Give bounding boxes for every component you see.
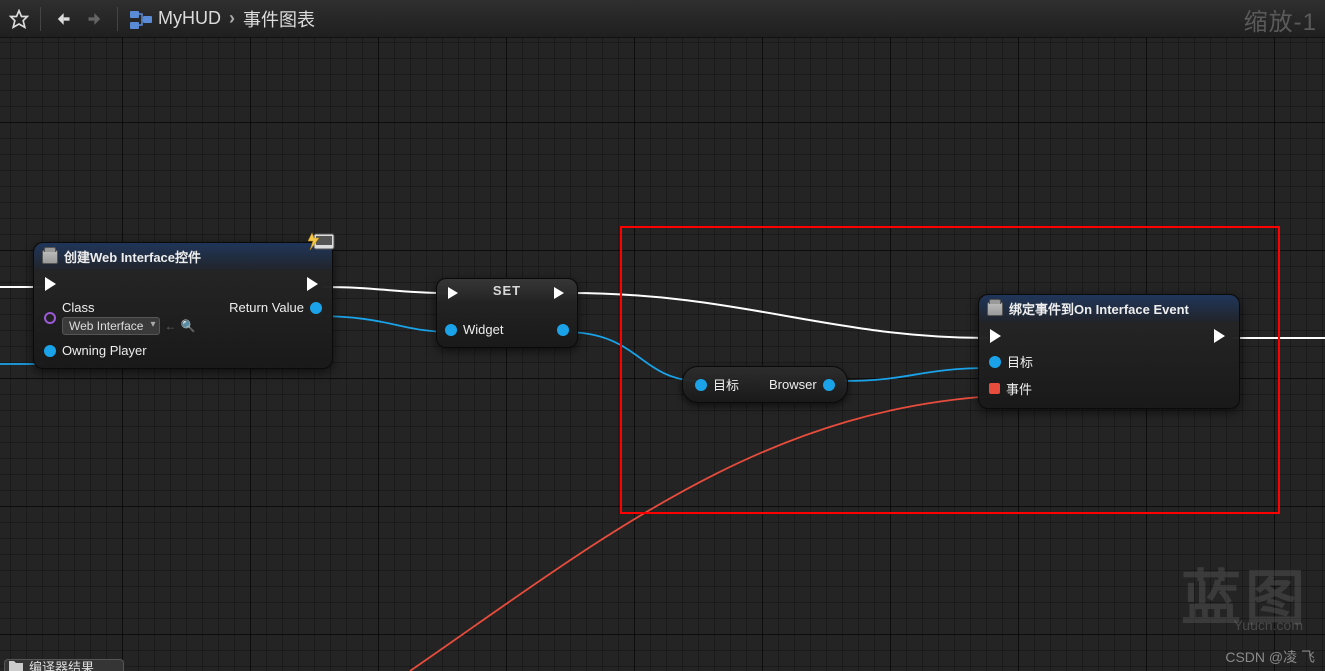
graph-toolbar: MyHUD › 事件图表: [0, 0, 1325, 38]
exec-out-pin[interactable]: [306, 276, 322, 292]
event-delegate-pin[interactable]: 事件: [989, 379, 1032, 398]
return-value-pin[interactable]: Return Value: [229, 300, 322, 315]
breadcrumb: MyHUD › 事件图表: [130, 6, 315, 32]
chevron-right-icon: ›: [229, 8, 235, 29]
browser-output-pin[interactable]: Browser: [769, 377, 835, 392]
pin-label: 事件: [1006, 379, 1032, 398]
node-header: 创建Web Interface控件: [34, 243, 332, 270]
tab-label: 编译器结果: [29, 659, 94, 671]
class-input-pin[interactable]: Class Web Interface ←🔍: [44, 300, 195, 335]
asset-nav-icons[interactable]: ←🔍: [164, 319, 195, 333]
exec-in-pin[interactable]: [447, 286, 461, 300]
pin-label: Widget: [463, 322, 503, 337]
nav-forward-button[interactable]: [81, 4, 111, 34]
breadcrumb-graph[interactable]: 事件图表: [243, 6, 315, 32]
pin-label: 目标: [713, 375, 739, 394]
separator: [117, 7, 118, 31]
breadcrumb-blueprint[interactable]: MyHUD: [158, 8, 221, 29]
pin-label: Class: [62, 300, 195, 315]
blueprint-icon: [130, 11, 150, 27]
target-input-pin[interactable]: 目标: [695, 375, 739, 394]
node-header: 绑定事件到On Interface Event: [979, 295, 1239, 322]
separator: [40, 7, 41, 31]
value-output-pin[interactable]: [557, 324, 569, 336]
pin-label: Owning Player: [62, 343, 147, 358]
exec-in-pin[interactable]: [44, 276, 60, 292]
exec-out-pin[interactable]: [553, 286, 567, 300]
nav-back-button[interactable]: [47, 4, 77, 34]
node-title: 创建Web Interface控件: [64, 247, 201, 266]
class-dropdown[interactable]: Web Interface: [62, 317, 160, 335]
widget-input-pin[interactable]: Widget: [445, 322, 503, 337]
favorite-button[interactable]: [4, 4, 34, 34]
node-bind-event[interactable]: 绑定事件到On Interface Event 目标 事件: [978, 294, 1240, 409]
node-set-variable[interactable]: SET Widget: [436, 278, 578, 348]
pin-label: Browser: [769, 377, 817, 392]
fast-path-icon: [308, 230, 336, 252]
compiler-results-tab[interactable]: 编译器结果: [4, 659, 124, 671]
widget-icon: [987, 302, 1003, 316]
node-get-browser[interactable]: 目标 Browser: [682, 366, 848, 403]
watermark-url: Yuucn.com: [1234, 617, 1303, 633]
node-title: 绑定事件到On Interface Event: [1009, 299, 1189, 318]
folder-icon: [9, 659, 23, 671]
credit-text: CSDN @凌 飞: [1225, 647, 1315, 667]
pin-label: 目标: [1007, 352, 1033, 371]
owning-player-pin[interactable]: Owning Player: [44, 343, 147, 358]
exec-out-pin[interactable]: [1213, 328, 1229, 344]
node-create-widget[interactable]: 创建Web Interface控件 Class Web Interface ←🔍: [33, 242, 333, 369]
pin-label: Return Value: [229, 300, 304, 315]
target-input-pin[interactable]: 目标: [989, 352, 1033, 371]
exec-in-pin[interactable]: [989, 328, 1005, 344]
widget-icon: [42, 250, 58, 264]
